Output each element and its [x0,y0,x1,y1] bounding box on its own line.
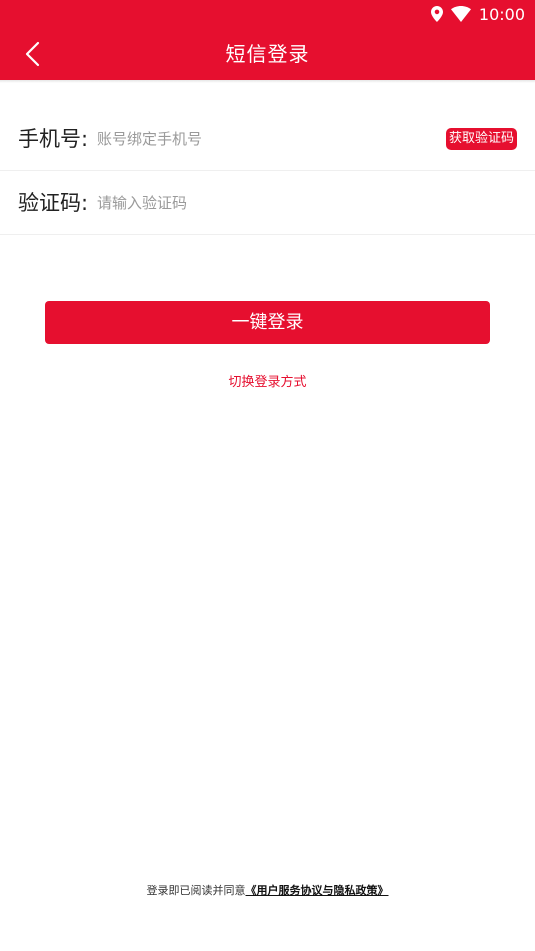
code-row: 验证码: [0,171,535,235]
agreement-prefix: 登录即已阅读并同意 [146,884,246,897]
app-bar: 短信登录 [0,28,535,80]
agreement-text: 登录即已阅读并同意《用户服务协议与隐私政策》 [0,882,535,898]
login-button[interactable]: 一键登录 [45,301,490,344]
switch-login-link[interactable]: 切换登录方式 [0,371,535,390]
get-code-button[interactable]: 获取验证码 [445,128,517,150]
status-icons: 10:00 [430,4,525,24]
phone-row: 手机号: 获取验证码 [0,107,535,171]
status-bar: 10:00 [0,0,535,28]
code-label: 验证码: [18,191,89,215]
agreement-link[interactable]: 《用户服务协议与隐私政策》 [246,884,389,897]
phone-label: 手机号: [18,127,89,151]
status-time: 10:00 [478,4,525,24]
wifi-icon [450,6,471,22]
code-input[interactable] [97,191,417,215]
app-bar-shadow [0,80,535,83]
page-title: 短信登录 [225,42,310,66]
phone-input[interactable] [97,127,417,151]
location-icon [430,6,443,22]
